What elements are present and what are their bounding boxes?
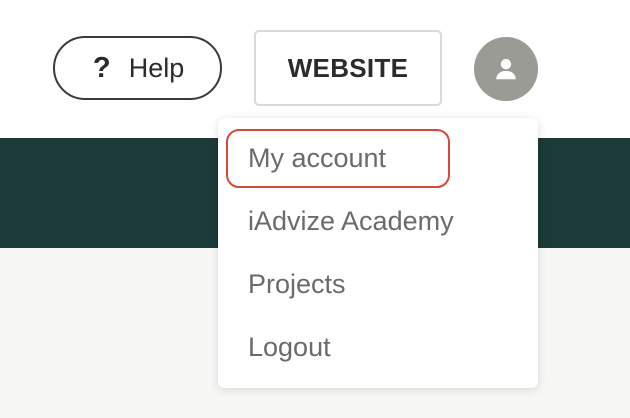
help-icon: ? [92, 51, 111, 84]
menu-item-my-account[interactable]: My account [248, 137, 386, 179]
help-label: Help [128, 52, 185, 83]
website-button[interactable]: WEBSITE [254, 30, 442, 106]
menu-item-iadvize-academy[interactable]: iAdvize Academy [248, 200, 454, 242]
user-icon [496, 58, 516, 80]
menu-item-projects[interactable]: Projects [248, 263, 346, 305]
avatar-button[interactable] [474, 37, 538, 101]
account-dropdown-menu: My account iAdvize Academy Projects Logo… [218, 118, 538, 388]
menu-item-logout[interactable]: Logout [248, 326, 331, 368]
help-button[interactable]: ? Help [53, 36, 222, 100]
